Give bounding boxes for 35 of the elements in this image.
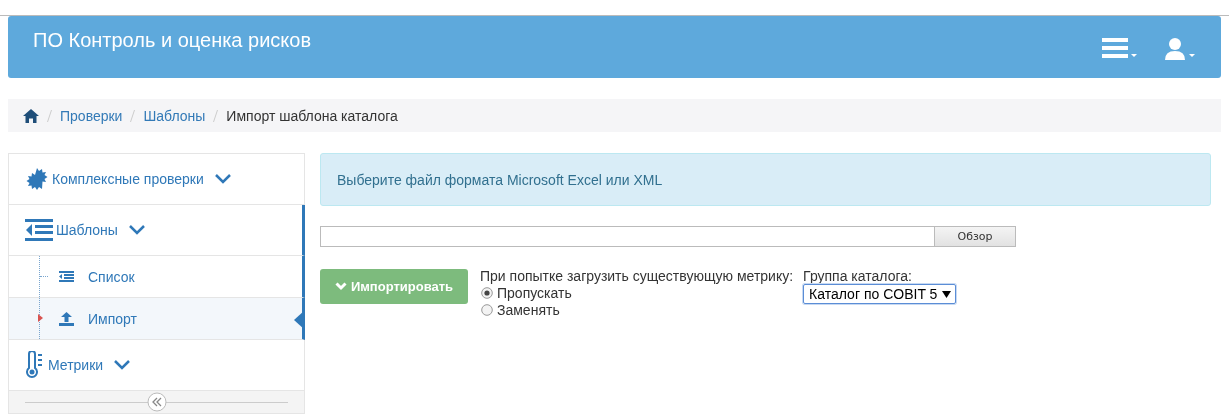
collapse-icon[interactable] xyxy=(146,392,167,412)
file-input[interactable]: Обзор xyxy=(320,226,1016,247)
browse-button[interactable]: Обзор xyxy=(934,227,1015,246)
field-label: Группа каталога: xyxy=(803,268,913,284)
menu-icon[interactable] xyxy=(1102,38,1138,60)
chevron-down-icon xyxy=(114,360,131,370)
indent-icon xyxy=(25,219,53,241)
chevron-down-icon xyxy=(334,282,347,291)
breadcrumb-link[interactable]: Шаблоны xyxy=(143,107,206,124)
radio-button[interactable] xyxy=(481,303,493,316)
separator-icon xyxy=(213,109,219,122)
caret-down-icon xyxy=(942,290,952,298)
separator-icon xyxy=(47,109,52,122)
list-icon xyxy=(59,271,74,282)
chevron-down-icon xyxy=(128,225,145,235)
catalog-select[interactable]: Каталог по COBIT 5 xyxy=(803,284,957,304)
option-label: При попытке загрузить существующую метрику: xyxy=(480,268,794,284)
breadcrumb-current: Импорт шаблона каталога xyxy=(226,107,398,124)
chevron-down-icon xyxy=(214,174,231,184)
upload-icon xyxy=(59,311,74,326)
caret-right-icon xyxy=(38,314,43,322)
sidebar-item[interactable]: Шаблоны xyxy=(9,205,305,256)
sidebar-subitem[interactable]: Импорт xyxy=(9,298,305,340)
selection-pointer-icon xyxy=(294,310,305,330)
breadcrumb-link[interactable]: Проверки xyxy=(60,107,123,124)
radio-label: Заменять xyxy=(497,301,560,318)
radio-label: Пропускать xyxy=(497,284,572,301)
gear-icon xyxy=(25,167,49,191)
separator-icon xyxy=(130,109,136,122)
thermometer-icon xyxy=(25,351,45,379)
radio-button[interactable] xyxy=(481,286,493,299)
home-icon[interactable] xyxy=(23,108,39,123)
user-icon[interactable] xyxy=(1164,38,1196,60)
app-title: ПО Контроль и оценка рисков xyxy=(33,29,313,52)
alert-text: Выберите файл формата Microsoft Excel или XML xyxy=(337,171,663,188)
